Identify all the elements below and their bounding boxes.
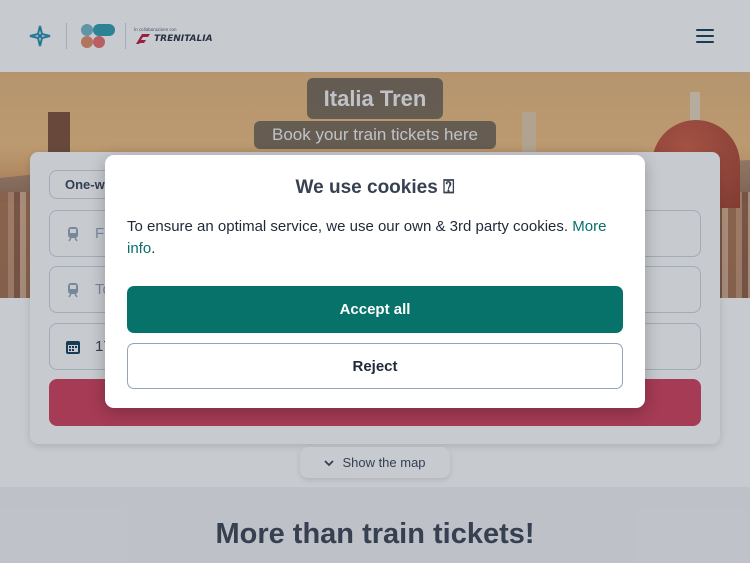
cookie-modal-body: To ensure an optimal service, we use our… <box>127 218 569 235</box>
cookie-consent-modal: We use cookies ⍰ To ensure an optimal se… <box>105 155 645 408</box>
reject-button[interactable]: Reject <box>127 343 623 389</box>
cookie-modal-title: We use cookies ⍰ <box>295 177 455 198</box>
accept-all-button[interactable]: Accept all <box>127 286 623 333</box>
cookie-modal-text: To ensure an optimal service, we use our… <box>127 216 623 260</box>
cookie-modal-text-end: . <box>151 240 156 257</box>
